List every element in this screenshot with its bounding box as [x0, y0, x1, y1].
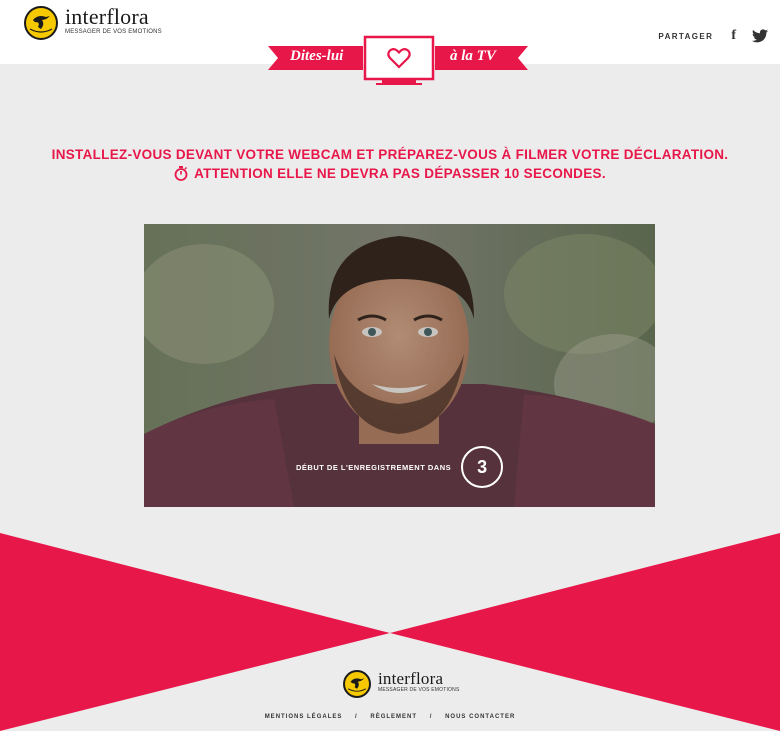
share-bar: PARTAGER f: [658, 28, 768, 44]
share-label: PARTAGER: [658, 31, 714, 41]
headline-line2: ATTENTION ELLE NE DEVRA PAS DÉPASSER 10 …: [194, 166, 606, 181]
footer-brand-logo[interactable]: interflora MESSAGER DE VOS EMOTIONS: [343, 670, 459, 698]
brand-name: interflora: [65, 4, 149, 29]
countdown-label: DÉBUT DE L'ENREGISTREMENT DANS: [296, 462, 452, 472]
instructions-headline: INSTALLEZ-VOUS DEVANT VOTRE WEBCAM ET PR…: [0, 145, 780, 186]
footer-background: [0, 533, 780, 731]
dites-lui-banner: Dites-lui à la TV: [268, 34, 528, 90]
recording-countdown: DÉBUT DE L'ENREGISTREMENT DANS 3: [296, 446, 504, 488]
brand-logo[interactable]: interflora MESSAGER DE VOS EMOTIONS: [24, 6, 162, 40]
footer-links: MENTIONS LÉGALES / RÈGLEMENT / NOUS CONT…: [0, 714, 780, 720]
footer-link-contact[interactable]: NOUS CONTACTER: [445, 714, 515, 720]
headline-line1: INSTALLEZ-VOUS DEVANT VOTRE WEBCAM ET PR…: [51, 147, 729, 162]
banner-right-text: à la TV: [450, 48, 496, 64]
footer-link-reglement[interactable]: RÈGLEMENT: [370, 714, 417, 720]
banner-left-text: Dites-lui: [290, 48, 344, 64]
facebook-icon[interactable]: f: [731, 28, 736, 44]
footer-brand-name: interflora: [378, 669, 444, 688]
countdown-value: 3: [461, 446, 504, 488]
twitter-icon[interactable]: [752, 29, 768, 43]
footer-separator: /: [429, 714, 433, 720]
tv-heart-icon: [387, 48, 411, 69]
footer-link-mentions[interactable]: MENTIONS LÉGALES: [265, 714, 343, 720]
footer-logo-badge-icon: [343, 670, 371, 698]
footer-separator: /: [355, 714, 358, 720]
webcam-preview: DÉBUT DE L'ENREGISTREMENT DANS 3: [144, 224, 655, 507]
brand-tagline: MESSAGER DE VOS EMOTIONS: [65, 29, 162, 35]
stopwatch-icon: [174, 166, 188, 181]
footer-brand-tagline: MESSAGER DE VOS EMOTIONS: [378, 687, 460, 693]
logo-badge-icon: [24, 6, 58, 40]
